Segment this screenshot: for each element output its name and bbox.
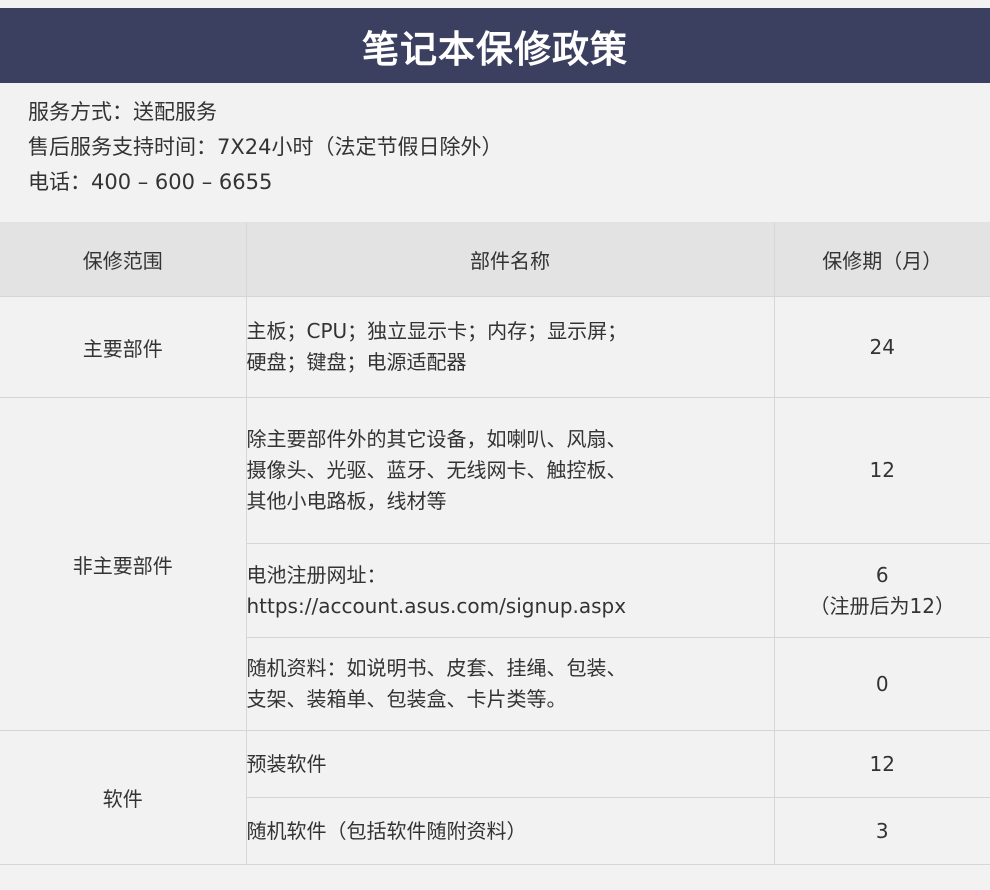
part-name-line: 电池注册网址： [246,562,387,587]
part-name-cell: 预装软件 [245,730,775,798]
phone-text: 电话：400 – 600 – 6655 [28,170,273,194]
table-row: 软件 预装软件 12 [0,730,990,865]
header-period: 保修期（月） [773,222,990,297]
part-name-cell: 随机软件（包括软件随附资料） [245,797,775,865]
part-name-line: 支架、装箱单、包装盒、卡片类等。 [246,687,567,711]
table-row: 非主要部件 除主要部件外的其它设备，如喇叭、风扇、 摄像头、光驱、蓝牙、无线网卡… [0,397,990,731]
service-mode-text: 服务方式：送配服务 [28,100,217,124]
warranty-table: 保修范围 部件名称 保修期（月） 主要部件 主板；CPU；独立显示卡；内存；显示… [0,222,990,865]
service-hours-text: 售后服务支持时间：7X24小时（法定节假日除外） [28,135,503,159]
warranty-period: 12 [773,397,990,544]
part-name-line: 其他小电路板，线材等 [246,489,447,513]
warranty-period-note: （注册后为12） [809,593,955,618]
header-scope: 保修范围 [0,222,247,297]
warranty-period: 0 [773,637,990,731]
service-info: 服务方式：送配服务 售后服务支持时间：7X24小时（法定节假日除外） 电话：40… [28,95,968,200]
part-name-cell: 主板；CPU；独立显示卡；内存；显示屏； 硬盘；键盘；电源适配器 [245,296,775,398]
part-name-line: 硬盘；键盘；电源适配器 [246,350,467,374]
table-row: 主要部件 主板；CPU；独立显示卡；内存；显示屏； 硬盘；键盘；电源适配器 24 [0,296,990,398]
part-name-line: 随机资料：如说明书、皮套、挂绳、包装、 [246,656,627,680]
part-name-cell: 电池注册网址： https://account.asus.com/signup.… [245,543,775,638]
page-banner: 笔记本保修政策 [0,8,990,83]
warranty-period-cell: 6 （注册后为12） [773,543,990,638]
header-part-name: 部件名称 [245,222,775,297]
part-name-cell: 随机资料：如说明书、皮套、挂绳、包装、 支架、装箱单、包装盒、卡片类等。 [245,637,775,731]
warranty-period: 3 [773,797,990,865]
part-name-line: 摄像头、光驱、蓝牙、无线网卡、触控板、 [246,458,627,482]
part-name-line: 除主要部件外的其它设备，如喇叭、风扇、 [246,427,627,451]
category-non-main-parts: 非主要部件 [0,397,247,731]
part-name-line: 主板；CPU；独立显示卡；内存；显示屏； [246,319,628,343]
part-name-cell: 除主要部件外的其它设备，如喇叭、风扇、 摄像头、光驱、蓝牙、无线网卡、触控板、 … [245,397,775,544]
warranty-period: 6 [875,562,889,587]
category-main-parts: 主要部件 [0,296,247,398]
category-software: 软件 [0,730,247,865]
warranty-period: 12 [773,730,990,798]
page-title: 笔记本保修政策 [362,27,628,71]
battery-signup-url: https://account.asus.com/signup.aspx [246,593,627,618]
warranty-period: 24 [773,296,990,398]
table-header-row: 保修范围 部件名称 保修期（月） [0,222,990,297]
